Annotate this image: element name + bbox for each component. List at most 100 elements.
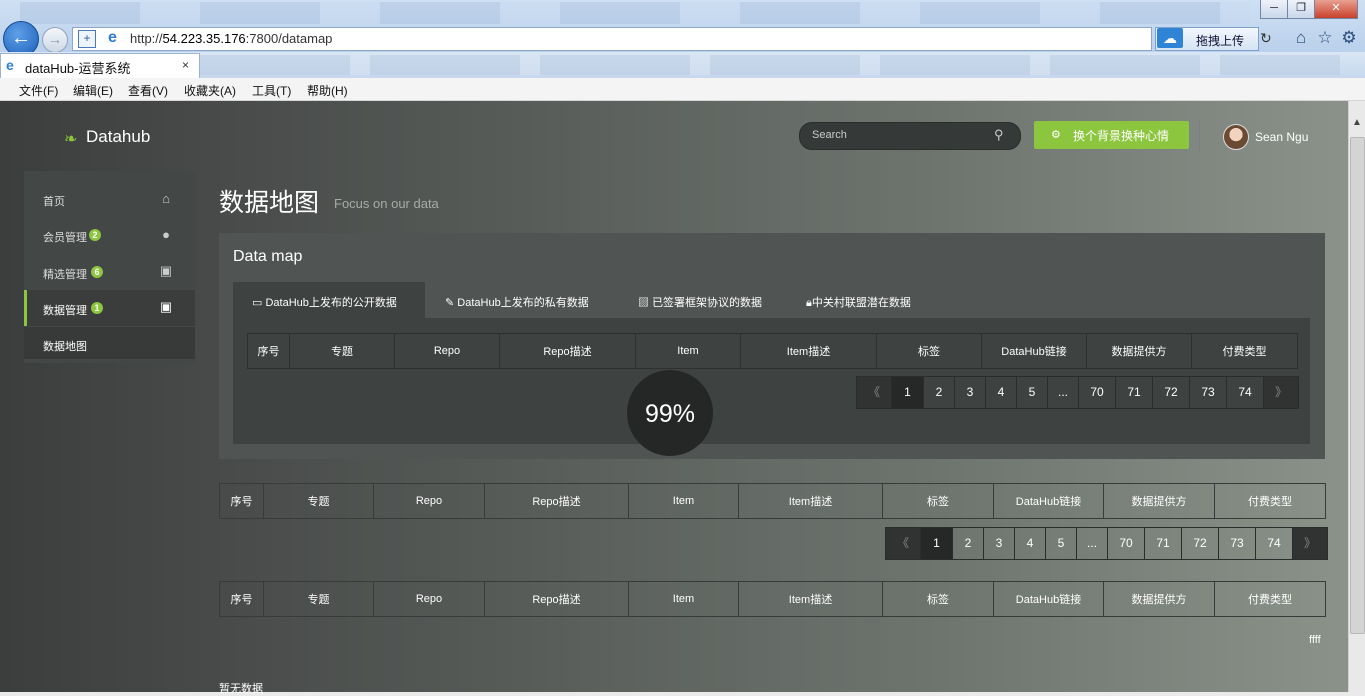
col-index[interactable]: 序号 [219, 483, 264, 519]
page-2[interactable]: 2 [953, 528, 984, 559]
col-repo[interactable]: Repo [394, 333, 500, 369]
col-repo-desc[interactable]: Repo描述 [499, 333, 636, 369]
page-4[interactable]: 4 [1015, 528, 1046, 559]
favorites-star-icon[interactable]: ☆ [1315, 28, 1335, 48]
leaf-logo-icon: ❧ [64, 131, 78, 148]
active-indicator [24, 290, 27, 326]
forward-button[interactable]: → [42, 27, 68, 53]
col-provider[interactable]: 数据提供方 [1103, 581, 1215, 617]
tab-title: dataHub-运营系统 [25, 61, 131, 76]
col-repo[interactable]: Repo [373, 581, 485, 617]
menu-favorites[interactable]: 收藏夹(A) [184, 82, 236, 99]
search-icon[interactable]: ⚲ [994, 127, 1004, 143]
page-72[interactable]: 72 [1182, 528, 1219, 559]
url-text[interactable]: http://54.223.35.176:7800/datamap [130, 31, 332, 46]
page-next[interactable]: 》 [1293, 528, 1327, 559]
sidebar-item-label: 数据管理 [43, 305, 87, 317]
page-5[interactable]: 5 [1017, 377, 1048, 408]
col-datahub-link[interactable]: DataHub链接 [993, 483, 1104, 519]
page-71[interactable]: 71 [1116, 377, 1153, 408]
minimize-button[interactable]: ─ [1260, 0, 1288, 19]
sidebar-subitem-label: 数据地图 [43, 341, 87, 353]
page-4[interactable]: 4 [986, 377, 1017, 408]
col-topic[interactable]: 专题 [289, 333, 395, 369]
col-tags[interactable]: 标签 [882, 483, 994, 519]
col-item[interactable]: Item [628, 483, 739, 519]
page-prev[interactable]: 《 [857, 377, 892, 408]
cloud-upload-icon: ☁ [1157, 28, 1183, 48]
upload-label: 拖拽上传 [1196, 34, 1245, 48]
col-datahub-link[interactable]: DataHub链接 [993, 581, 1104, 617]
page-5[interactable]: 5 [1046, 528, 1077, 559]
page-3[interactable]: 3 [955, 377, 986, 408]
col-item[interactable]: Item [628, 581, 739, 617]
page-next[interactable]: 》 [1264, 377, 1298, 408]
close-window-button[interactable]: ✕ [1314, 0, 1358, 19]
col-pay-type[interactable]: 付费类型 [1191, 333, 1298, 369]
briefcase-icon: ▣ [159, 263, 173, 278]
tab-ie-icon: e [6, 57, 14, 73]
home-toolbar-icon[interactable]: ⌂ [1291, 28, 1311, 48]
scroll-up-icon[interactable]: ▲ [1352, 117, 1362, 128]
col-repo-desc[interactable]: Repo描述 [484, 483, 629, 519]
col-pay-type[interactable]: 付费类型 [1214, 483, 1326, 519]
menu-file[interactable]: 文件(F) [19, 82, 58, 99]
col-item-desc[interactable]: Item描述 [740, 333, 877, 369]
menu-help[interactable]: 帮助(H) [307, 82, 348, 99]
col-datahub-link[interactable]: DataHub链接 [981, 333, 1087, 369]
page-3[interactable]: 3 [984, 528, 1015, 559]
col-provider[interactable]: 数据提供方 [1103, 483, 1215, 519]
page-72[interactable]: 72 [1153, 377, 1190, 408]
col-index[interactable]: 序号 [247, 333, 290, 369]
table-header-row: 序号 专题 Repo Repo描述 Item Item描述 标签 DataHub… [247, 333, 1298, 369]
col-topic[interactable]: 专题 [263, 483, 374, 519]
page-ellipsis: ... [1077, 528, 1108, 559]
page-74[interactable]: 74 [1256, 528, 1293, 559]
col-provider[interactable]: 数据提供方 [1086, 333, 1192, 369]
page-prev[interactable]: 《 [886, 528, 921, 559]
sidebar-item-label: 精选管理 [43, 269, 87, 281]
page-70[interactable]: 70 [1108, 528, 1145, 559]
page-1[interactable]: 1 [921, 528, 953, 559]
refresh-icon[interactable]: ↻ [1260, 29, 1276, 47]
col-repo-desc[interactable]: Repo描述 [484, 581, 629, 617]
tab-close-icon[interactable]: × [182, 58, 189, 72]
table-header-row: 序号 专题 Repo Repo描述 Item Item描述 标签 DataHub… [219, 581, 1326, 617]
change-background-label: 换个背景换种心情 [1073, 129, 1170, 143]
page-1[interactable]: 1 [892, 377, 924, 408]
pagination: 《 1 2 3 4 5 ... 70 71 72 73 74 》 [856, 376, 1299, 409]
tab-private-data[interactable]: ✎ DataHub上发布的私有数据 [445, 294, 589, 310]
col-item[interactable]: Item [635, 333, 741, 369]
col-tags[interactable]: 标签 [882, 581, 994, 617]
compat-shield-icon[interactable]: + [78, 30, 96, 48]
maximize-button[interactable]: ❐ [1287, 0, 1315, 19]
page-subtitle: Focus on our data [334, 196, 439, 211]
scrollbar-thumb[interactable] [1350, 137, 1365, 634]
col-index[interactable]: 序号 [219, 581, 264, 617]
col-tags[interactable]: 标签 [876, 333, 982, 369]
page-71[interactable]: 71 [1145, 528, 1182, 559]
search-placeholder: Search [812, 129, 847, 141]
sidebar-item-label: 会员管理 [43, 232, 87, 244]
tab-zgc-data[interactable]: 🔒︎中关村联盟潜在数据 [806, 294, 911, 310]
page-73[interactable]: 73 [1219, 528, 1256, 559]
ie-icon: e [108, 29, 117, 46]
blurred-other-tabs [200, 55, 1340, 75]
page-74[interactable]: 74 [1227, 377, 1264, 408]
col-repo[interactable]: Repo [373, 483, 485, 519]
page-2[interactable]: 2 [924, 377, 955, 408]
col-item-desc[interactable]: Item描述 [738, 483, 883, 519]
tab-signed-data[interactable]: ▨ 已签署框架协议的数据 [638, 294, 762, 310]
settings-gear-icon[interactable]: ⚙ [1339, 28, 1359, 48]
col-topic[interactable]: 专题 [263, 581, 374, 617]
menu-view[interactable]: 查看(V) [128, 82, 168, 99]
col-pay-type[interactable]: 付费类型 [1214, 581, 1326, 617]
page-73[interactable]: 73 [1190, 377, 1227, 408]
col-item-desc[interactable]: Item描述 [738, 581, 883, 617]
page-70[interactable]: 70 [1079, 377, 1116, 408]
user-name[interactable]: Sean Ngu [1255, 130, 1308, 144]
menu-tools[interactable]: 工具(T) [252, 82, 291, 99]
avatar[interactable] [1223, 124, 1249, 150]
menu-edit[interactable]: 编辑(E) [73, 82, 113, 99]
app-logo[interactable]: Datahub [86, 127, 150, 147]
